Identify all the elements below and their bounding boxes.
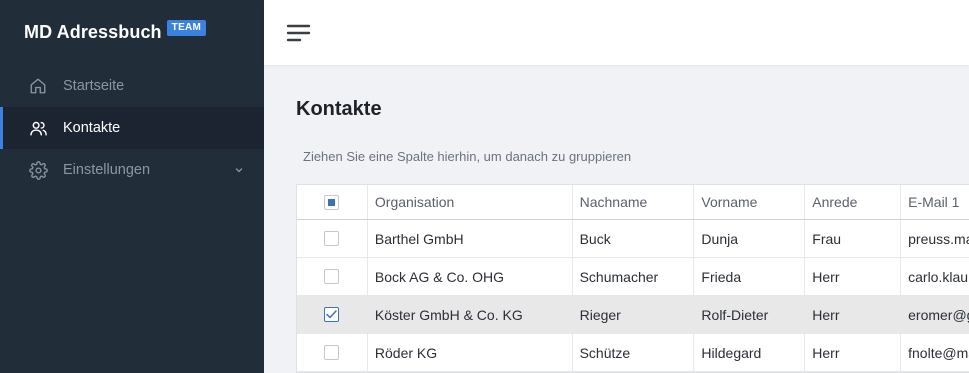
table-row[interactable]: Röder KG Schütze Hildegard Herr fnolte@m… [297,334,969,372]
cell-anrede[interactable]: Herr [805,296,902,333]
cell-anrede[interactable]: Frau [805,220,902,257]
cell-organisation[interactable]: Röder KG [368,334,573,371]
row-select-cell[interactable] [297,258,368,295]
select-all-checkbox[interactable] [324,194,340,210]
gear-icon [28,160,48,180]
cell-organisation[interactable]: Bock AG & Co. OHG [368,258,573,295]
sidebar-nav: Startseite Kontakte Einstellungen [0,65,264,191]
column-header-email[interactable]: E-Mail 1 [901,185,969,219]
cell-organisation[interactable]: Köster GmbH & Co. KG [368,296,573,333]
table-row[interactable]: Barthel GmbH Buck Dunja Frau preuss.ma [297,220,969,258]
sidebar-item-label: Startseite [63,78,125,94]
main-content: Kontakte Ziehen Sie eine Spalte hierhin,… [264,65,969,373]
table-header-row: Organisation Nachname Vorname Anrede E-M… [297,185,969,220]
users-icon [28,118,48,138]
column-header-nachname[interactable]: Nachname [573,185,695,219]
sidebar-item-kontakte[interactable]: Kontakte [0,107,264,149]
row-select-cell[interactable] [297,220,368,257]
cell-nachname[interactable]: Schütze [573,334,695,371]
cell-vorname[interactable]: Rolf-Dieter [694,296,806,333]
brand[interactable]: MD Adressbuch TEAM [24,20,207,43]
chevron-down-icon[interactable] [234,163,244,179]
column-header-vorname[interactable]: Vorname [694,185,806,219]
cell-nachname[interactable]: Schumacher [573,258,695,295]
top-bar [264,0,969,65]
row-select-cell[interactable] [297,334,368,371]
cell-email[interactable]: carlo.klau [901,258,969,295]
hamburger-icon[interactable] [286,22,312,44]
cell-nachname[interactable]: Buck [573,220,695,257]
contacts-table: Organisation Nachname Vorname Anrede E-M… [296,184,969,373]
team-badge: TEAM [166,20,207,36]
row-checkbox[interactable] [324,345,340,360]
cell-nachname[interactable]: Rieger [573,296,695,333]
app-title: MD Adressbuch [24,22,162,42]
cell-email[interactable]: preuss.ma [901,220,969,257]
home-icon [28,76,48,96]
cell-organisation[interactable]: Barthel GmbH [368,220,573,257]
cell-anrede[interactable]: Herr [805,334,902,371]
cell-email[interactable]: eromer@g [901,296,969,333]
column-header-anrede[interactable]: Anrede [805,185,902,219]
row-select-cell[interactable] [297,296,368,333]
cell-vorname[interactable]: Dunja [694,220,806,257]
column-header-organisation[interactable]: Organisation [368,185,573,219]
sidebar-item-einstellungen[interactable]: Einstellungen [0,149,264,191]
page-title: Kontakte [296,98,382,120]
sidebar-item-label: Kontakte [63,120,121,136]
cell-vorname[interactable]: Hildegard [694,334,806,371]
row-checkbox[interactable] [324,231,340,246]
row-checkbox[interactable] [324,269,340,284]
select-all-cell[interactable] [297,185,368,219]
sidebar: MD Adressbuch TEAM Startseite Kontakte E… [0,0,264,373]
table-row[interactable]: Köster GmbH & Co. KG Rieger Rolf-Dieter … [297,296,969,334]
sidebar-item-startseite[interactable]: Startseite [0,65,264,107]
cell-email[interactable]: fnolte@ma [901,334,969,371]
cell-vorname[interactable]: Frieda [694,258,806,295]
cell-anrede[interactable]: Herr [805,258,902,295]
table-row[interactable]: Bock AG & Co. OHG Schumacher Frieda Herr… [297,258,969,296]
checkmark-icon [326,310,338,319]
sidebar-item-label: Einstellungen [63,162,151,178]
row-checkbox[interactable] [324,307,340,322]
group-panel[interactable]: Ziehen Sie eine Spalte hierhin, um danac… [303,149,631,164]
